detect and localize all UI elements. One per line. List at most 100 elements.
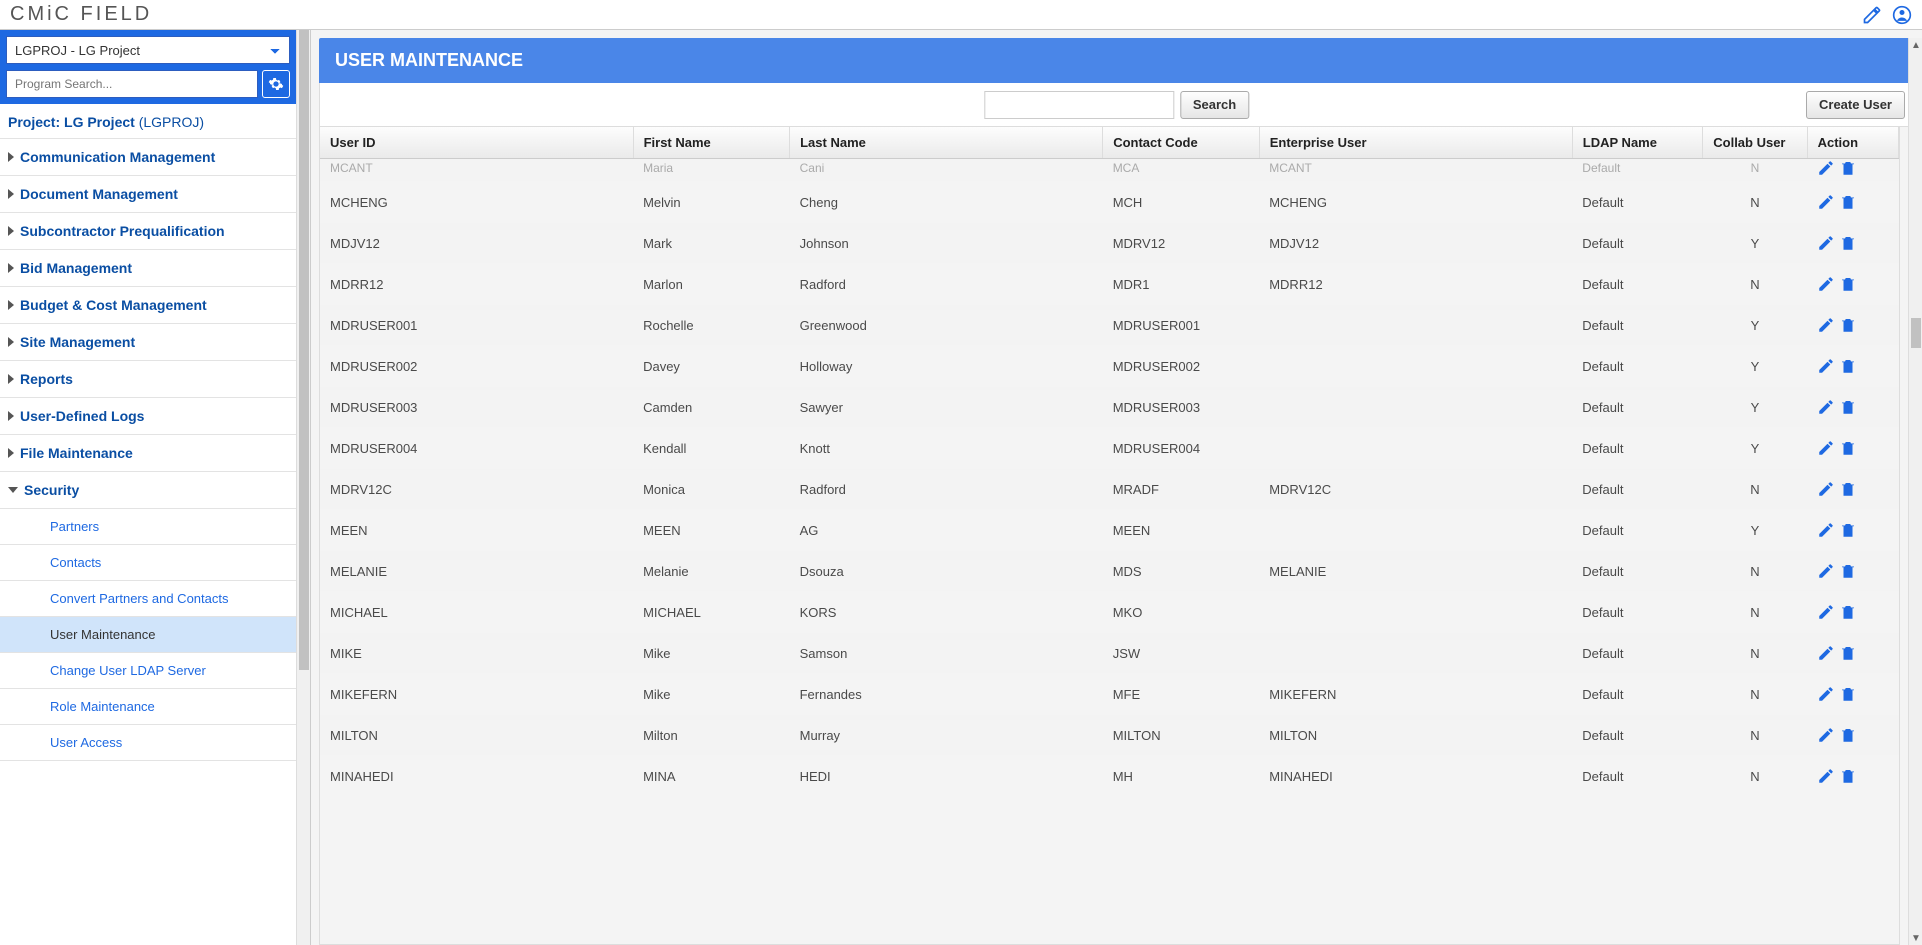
edit-icon[interactable] [1817,480,1835,498]
delete-icon[interactable] [1839,316,1857,334]
edit-icon[interactable] [1817,234,1835,252]
delete-icon[interactable] [1839,234,1857,252]
col-enterprise-user[interactable]: Enterprise User [1259,127,1572,159]
main-scrollbar[interactable]: ▲ ▼ [1908,38,1922,945]
cell-contact_code: MDS [1103,551,1260,592]
project-select[interactable]: LGPROJ - LG Project [6,36,290,64]
sidebar-item-user-defined-logs[interactable]: User-Defined Logs [0,398,296,435]
cell-user_id: MICHAEL [320,592,633,633]
cell-collab_user: Y [1703,223,1807,264]
scroll-up-icon[interactable]: ▲ [1909,38,1922,52]
cell-enterprise_user [1259,346,1572,387]
cell-last_name: HEDI [790,756,1103,797]
delete-icon[interactable] [1839,357,1857,375]
edit-icon[interactable] [1817,644,1835,662]
sidebar-item-subcontractor-prequalification[interactable]: Subcontractor Prequalification [0,213,296,250]
sidebar-subitem-user-access[interactable]: User Access [0,725,296,761]
sidebar-subitem-convert-partners-and-contacts[interactable]: Convert Partners and Contacts [0,581,296,617]
delete-icon[interactable] [1839,398,1857,416]
sidebar-subitem-role-maintenance[interactable]: Role Maintenance [0,689,296,725]
cell-contact_code: MFE [1103,674,1260,715]
edit-icon[interactable] [1817,357,1835,375]
table-row: MINAHEDIMINAHEDIMHMINAHEDIDefaultN [320,756,1899,797]
cell-collab_user: N [1703,264,1807,305]
edit-header-icon[interactable] [1862,5,1882,25]
sidebar-subitem-partners[interactable]: Partners [0,509,296,545]
cell-last_name: Samson [790,633,1103,674]
delete-icon[interactable] [1839,193,1857,211]
create-user-button[interactable]: Create User [1806,91,1905,119]
cell-collab_user: N [1703,633,1807,674]
edit-icon[interactable] [1817,439,1835,457]
table-row: MICHAELMICHAELKORSMKODefaultN [320,592,1899,633]
cell-last_name: Fernandes [790,674,1103,715]
edit-icon[interactable] [1817,521,1835,539]
edit-icon[interactable] [1817,275,1835,293]
caret-icon [8,337,14,347]
sidebar-item-reports[interactable]: Reports [0,361,296,398]
sidebar-item-label: Reports [20,371,73,387]
sidebar-item-document-management[interactable]: Document Management [0,176,296,213]
col-first-name[interactable]: First Name [633,127,790,159]
edit-icon[interactable] [1817,767,1835,785]
edit-icon[interactable] [1817,159,1835,177]
col-action[interactable]: Action [1807,127,1898,159]
delete-icon[interactable] [1839,521,1857,539]
cell-enterprise_user: MCHENG [1259,182,1572,223]
cell-first_name: MINA [633,756,790,797]
col-contact-code[interactable]: Contact Code [1103,127,1260,159]
col-user-id[interactable]: User ID [320,127,633,159]
col-last-name[interactable]: Last Name [790,127,1103,159]
edit-icon[interactable] [1817,685,1835,703]
col-collab-user[interactable]: Collab User [1703,127,1807,159]
edit-icon[interactable] [1817,398,1835,416]
delete-icon[interactable] [1839,767,1857,785]
cell-user_id: MCANT [320,159,633,182]
sidebar-item-budget-cost-management[interactable]: Budget & Cost Management [0,287,296,324]
brand-logo: CMiC FIELD [10,3,152,26]
scroll-down-icon[interactable]: ▼ [1909,931,1922,945]
cell-ldap_name: Default [1572,305,1702,346]
edit-icon[interactable] [1817,726,1835,744]
cell-last_name: Knott [790,428,1103,469]
sidebar-item-file-maintenance[interactable]: File Maintenance [0,435,296,472]
sidebar-scrollbar[interactable] [296,30,310,945]
project-label: Project: LG Project (LGPROJ) [0,104,296,139]
sidebar-scrollbar-thumb[interactable] [299,30,309,670]
sidebar-subitem-contacts[interactable]: Contacts [0,545,296,581]
program-search-input[interactable] [6,70,258,98]
delete-icon[interactable] [1839,644,1857,662]
main-scrollbar-thumb[interactable] [1911,318,1921,348]
user-search-input[interactable] [984,91,1174,119]
cell-first_name: Milton [633,715,790,756]
sidebar-item-communication-management[interactable]: Communication Management [0,139,296,176]
cell-collab_user: Y [1703,428,1807,469]
table-row: MCANTMariaCaniMCAMCANTDefaultN [320,159,1899,182]
delete-icon[interactable] [1839,726,1857,744]
delete-icon[interactable] [1839,685,1857,703]
delete-icon[interactable] [1839,480,1857,498]
sidebar-subitem-user-maintenance[interactable]: User Maintenance [0,617,296,653]
search-button[interactable]: Search [1180,91,1249,119]
delete-icon[interactable] [1839,159,1857,177]
cell-last_name: Johnson [790,223,1103,264]
sidebar-item-bid-management[interactable]: Bid Management [0,250,296,287]
sidebar-item-security[interactable]: Security [0,472,296,509]
cell-ldap_name: Default [1572,592,1702,633]
cell-user_id: MINAHEDI [320,756,633,797]
sidebar-subitem-change-user-ldap-server[interactable]: Change User LDAP Server [0,653,296,689]
sidebar-item-site-management[interactable]: Site Management [0,324,296,361]
search-settings-button[interactable] [262,70,290,98]
edit-icon[interactable] [1817,562,1835,580]
edit-icon[interactable] [1817,316,1835,334]
table-row: MDRR12MarlonRadfordMDR1MDRR12DefaultN [320,264,1899,305]
delete-icon[interactable] [1839,562,1857,580]
edit-icon[interactable] [1817,193,1835,211]
user-header-icon[interactable] [1892,5,1912,25]
delete-icon[interactable] [1839,275,1857,293]
col-ldap-name[interactable]: LDAP Name [1572,127,1702,159]
cell-collab_user: N [1703,182,1807,223]
delete-icon[interactable] [1839,603,1857,621]
edit-icon[interactable] [1817,603,1835,621]
delete-icon[interactable] [1839,439,1857,457]
